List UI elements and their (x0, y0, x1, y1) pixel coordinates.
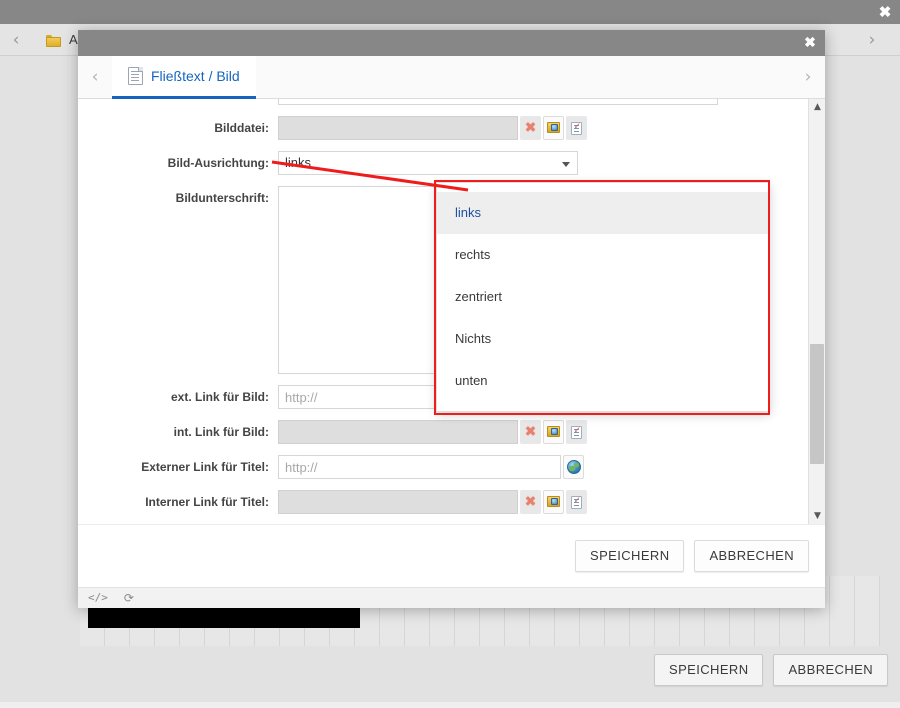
refresh-icon[interactable]: ⟳ (124, 591, 134, 605)
form-row-interner-link-titel: Interner Link für Titel: ✖ (78, 490, 808, 514)
app-close-button[interactable]: ✖ (876, 3, 894, 21)
interner-link-titel-clear-button[interactable]: ✖ (520, 490, 541, 514)
dropdown-option-nichts[interactable]: Nichts (437, 318, 769, 360)
globe-icon (567, 460, 581, 474)
dropdown-option-label: zentriert (455, 289, 502, 304)
bilddatei-clear-button[interactable]: ✖ (520, 116, 541, 140)
form-row-bild-ausrichtung: Bild-Ausrichtung: links (78, 151, 808, 175)
tab-prev-icon[interactable]: ‹ (78, 56, 112, 98)
app-cancel-button[interactable]: ABBRECHEN (773, 654, 888, 686)
bilddatei-browse-button[interactable] (543, 116, 564, 140)
dialog-titlebar: ✖ (78, 30, 825, 56)
scroll-up-icon[interactable]: ▲ (809, 99, 825, 115)
browse-folder-icon (547, 496, 561, 508)
top-partial-input[interactable] (278, 99, 718, 105)
checklist-icon (571, 426, 582, 439)
dropdown-option-rechts[interactable]: rechts (437, 234, 769, 276)
browse-folder-icon (547, 122, 561, 134)
form-label-int-link-bild: int. Link für Bild: (86, 420, 278, 444)
bild-ausrichtung-select[interactable]: links (278, 151, 578, 175)
app-titlebar: ✖ (0, 0, 900, 24)
dropdown-option-label: links (455, 205, 481, 220)
form-row-externer-link-titel: Externer Link für Titel: (78, 455, 808, 479)
form-label-ext-link-bild: ext. Link für Bild: (86, 385, 278, 409)
source-code-icon[interactable]: </> (88, 591, 108, 605)
dropdown-option-label: unten (455, 373, 488, 388)
interner-link-titel-input[interactable] (278, 490, 518, 514)
tab-label: Fließtext / Bild (151, 68, 240, 84)
bild-ausrichtung-dropdown[interactable]: links rechts zentriert Nichts unten (436, 182, 770, 412)
form-row-bilddatei: Bilddatei: ✖ (78, 116, 808, 140)
breadcrumb-forward-icon[interactable]: › (856, 30, 888, 50)
interner-link-titel-browse-button[interactable] (543, 490, 564, 514)
form-row-top-partial (78, 99, 808, 105)
dialog-footer: SPEICHERN ABBRECHEN (78, 524, 825, 587)
form-label-bildunterschrift: Bildunterschrift: (86, 186, 278, 210)
form-label-interner-link-titel: Interner Link für Titel: (86, 490, 278, 514)
dropdown-option-links[interactable]: links (437, 192, 769, 234)
int-link-bild-clear-button[interactable]: ✖ (520, 420, 541, 444)
dialog-close-button[interactable]: ✖ (802, 34, 818, 50)
clear-icon: ✖ (525, 425, 537, 439)
dialog-statusbar: </> ⟳ (78, 587, 825, 608)
interner-link-titel-checklist-button[interactable] (566, 490, 587, 514)
externer-link-titel-globe-button[interactable] (563, 455, 584, 479)
tab-next-icon[interactable]: › (791, 56, 825, 98)
browse-folder-icon (547, 426, 561, 438)
bild-ausrichtung-value: links (285, 155, 311, 170)
dropdown-option-unten[interactable]: unten (437, 360, 769, 402)
form-label-bilddatei: Bilddatei: (86, 116, 278, 140)
form-row-int-link-bild: int. Link für Bild: ✖ (78, 420, 808, 444)
form-label-externer-link-titel: Externer Link für Titel: (86, 455, 278, 479)
scrollbar-thumb[interactable] (810, 344, 824, 464)
chevron-down-icon (562, 162, 570, 167)
bilddatei-checklist-button[interactable] (566, 116, 587, 140)
checklist-icon (571, 122, 582, 135)
app-save-button[interactable]: SPEICHERN (654, 654, 763, 686)
dialog-save-button[interactable]: SPEICHERN (575, 540, 684, 572)
clear-icon: ✖ (525, 121, 537, 135)
int-link-bild-checklist-button[interactable] (566, 420, 587, 444)
dialog-cancel-button[interactable]: ABBRECHEN (694, 540, 809, 572)
dropdown-option-zentriert[interactable]: zentriert (437, 276, 769, 318)
breadcrumb-back-icon[interactable]: ‹ (0, 30, 32, 50)
breadcrumb-label: A (69, 32, 78, 47)
scroll-down-icon[interactable]: ▼ (809, 508, 825, 524)
int-link-bild-input[interactable] (278, 420, 518, 444)
tab-fliesstext-bild[interactable]: Fließtext / Bild (112, 56, 256, 99)
checklist-icon (571, 496, 582, 509)
bilddatei-input[interactable] (278, 116, 518, 140)
folder-icon (46, 33, 62, 47)
externer-link-titel-input[interactable] (278, 455, 561, 479)
dialog-tabbar: ‹ Fließtext / Bild › (78, 56, 825, 99)
clear-icon: ✖ (525, 495, 537, 509)
int-link-bild-browse-button[interactable] (543, 420, 564, 444)
form-label-bild-ausrichtung: Bild-Ausrichtung: (86, 151, 278, 175)
dropdown-option-label: Nichts (455, 331, 491, 346)
app-footer: SPEICHERN ABBRECHEN (0, 646, 900, 702)
document-icon (128, 67, 143, 85)
dialog-vertical-scrollbar[interactable]: ▲ ▼ (808, 99, 825, 524)
dropdown-option-label: rechts (455, 247, 490, 262)
